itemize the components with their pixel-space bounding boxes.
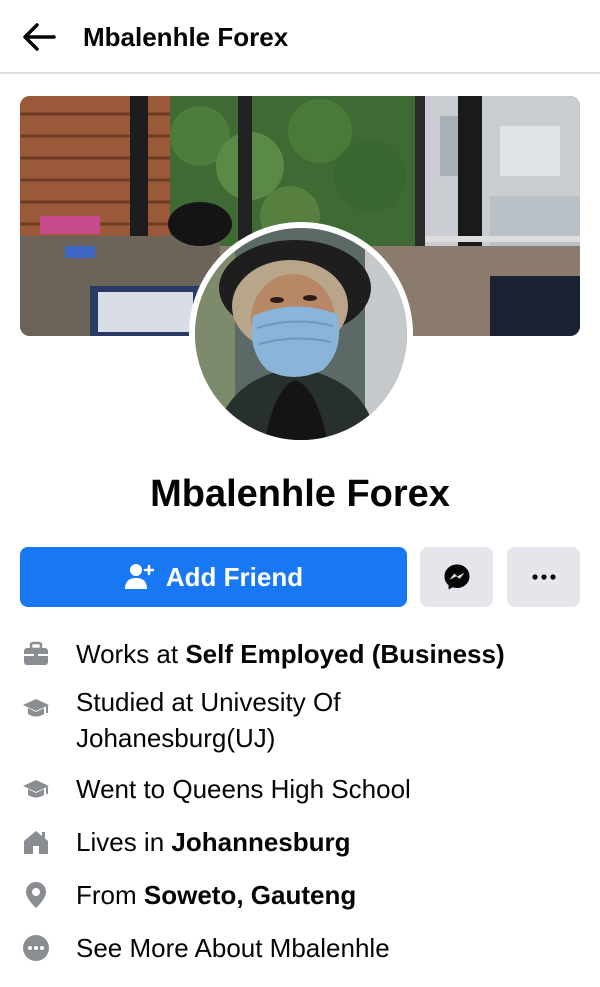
person-plus-icon <box>124 564 154 589</box>
see-more-about-text[interactable]: See More About Mbalenhle <box>76 930 576 966</box>
map-pin-icon <box>26 882 46 908</box>
top-bar: Mbalenhle Forex <box>0 0 600 74</box>
profile-picture[interactable] <box>189 222 413 446</box>
house-icon <box>24 831 48 854</box>
back-button[interactable] <box>20 18 58 56</box>
more-options-button[interactable] <box>507 547 580 607</box>
school-text: Went to Queens High School <box>76 774 411 804</box>
lives-text: Lives in Johannesburg <box>76 827 351 857</box>
work-text: Works at Self Employed (Business) <box>76 639 505 669</box>
ellipsis-icon <box>531 574 556 580</box>
arrow-left-icon <box>23 23 56 51</box>
add-friend-label: Add Friend <box>165 561 304 592</box>
graduation-cap-icon <box>23 780 49 798</box>
messenger-icon <box>444 564 469 590</box>
from-text: From Soweto, Gauteng <box>76 880 357 910</box>
add-friend-button[interactable]: Add Friend <box>20 547 407 607</box>
ellipsis-circle-icon <box>23 935 49 961</box>
profile-name: Mbalenhle Forex <box>150 473 450 515</box>
messenger-button[interactable] <box>420 547 493 607</box>
graduation-cap-icon <box>23 699 49 717</box>
page-title: Mbalenhle Forex <box>83 22 289 52</box>
study-text: Studied at Univesity Of Johanesburg(UJ) <box>76 687 341 753</box>
briefcase-icon <box>24 641 48 665</box>
avatar <box>195 228 407 440</box>
